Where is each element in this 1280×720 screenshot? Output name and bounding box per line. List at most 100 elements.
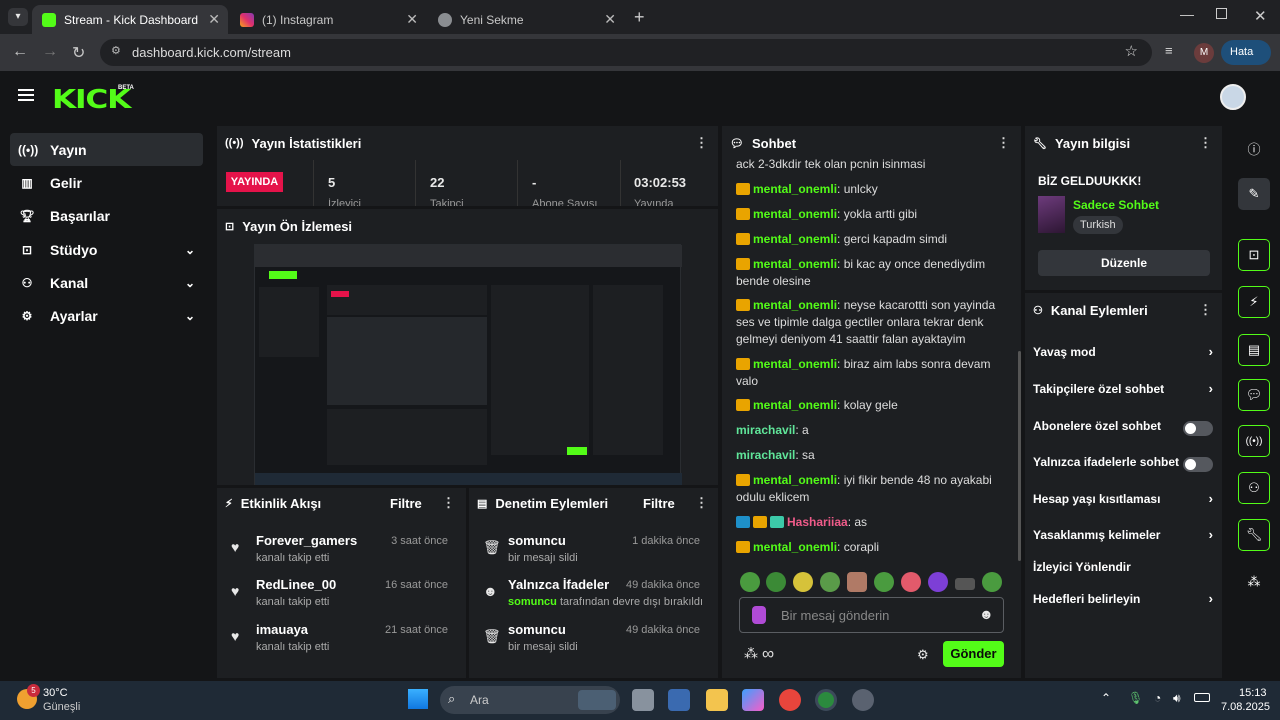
tab-new[interactable]: Yeni Sekme ✕ [428,5,624,34]
emote-icon[interactable] [847,572,867,592]
channel-actions-icon[interactable]: ⚇ [1238,472,1270,504]
info-icon[interactable]: ⓘ [1238,132,1270,164]
sidebar-item-ayarlar[interactable]: ⚙ Ayarlar ⌄ [10,299,203,332]
action-banned-words[interactable]: Yasaklanmış kelimeler › [1033,527,1215,548]
broadcast-icon[interactable]: ((•)) [1238,425,1270,457]
chrome-icon[interactable] [779,689,801,711]
wrench-icon[interactable]: 🔧︎ [1238,519,1270,551]
clock-date[interactable]: 7.08.2025 [1221,701,1270,713]
profile-avatar[interactable]: M [1194,43,1214,63]
sidebar-item-studyo[interactable]: ⊡ Stüdyo ⌄ [10,233,203,266]
address-bar[interactable]: ⚙ dashboard.kick.com/stream ☆ [100,39,1152,66]
forward-icon[interactable]: → [42,43,58,61]
subscribers-only-toggle[interactable] [1183,421,1213,436]
add-widget-icon[interactable]: ⁂ [1238,566,1270,598]
close-window-icon[interactable]: ✕ [1254,7,1267,25]
action-raid[interactable]: İzleyici Yönlendir [1033,560,1215,580]
document-icon[interactable]: ▤ [1238,334,1270,366]
emote-icon[interactable] [982,572,1002,592]
close-tab-icon[interactable]: ✕ [604,11,616,28]
feed-user[interactable]: Forever_gamers [256,533,357,548]
chat-user[interactable]: mental_onemli [753,357,837,371]
emote-icon[interactable] [874,572,894,592]
store-icon[interactable] [668,689,690,711]
feed-user[interactable]: imauaya [256,622,308,637]
points-icon[interactable]: ⁂ [744,645,758,662]
task-view-icon[interactable] [632,689,654,711]
tab-instagram[interactable]: (1) Instagram ✕ [230,5,426,34]
chat-user[interactable]: mental_onemli [753,207,837,221]
edit-button[interactable]: Düzenle [1038,250,1210,276]
emote-icon[interactable] [820,572,840,592]
more-options-icon[interactable]: ⋮ [695,135,708,151]
emote-icon[interactable] [955,578,975,590]
chat-scrollbar[interactable] [1018,351,1021,561]
mod-user[interactable]: somuncu [508,622,566,637]
wifi-icon[interactable]: ◔ [1154,691,1161,705]
emoji-picker-icon[interactable]: ☻ [979,606,994,622]
tab-search-icon[interactable]: ▾ [8,8,28,26]
close-tab-icon[interactable]: ✕ [208,11,220,28]
chat-user[interactable]: mental_onemli [753,232,837,246]
error-button[interactable]: Hata [1221,40,1271,65]
reload-icon[interactable]: ↻ [72,43,85,63]
chat-input[interactable]: Bir mesaj gönderin ☻ [739,597,1004,633]
action-set-goals[interactable]: Hedefleri belirleyin › [1033,591,1215,612]
chat-user[interactable]: mental_onemli [753,540,837,554]
more-options-icon[interactable]: ⋮ [1199,302,1212,318]
more-options-icon[interactable]: ⋮ [442,495,455,511]
hamburger-menu-icon[interactable] [18,89,34,101]
emotes-only-toggle[interactable] [1183,457,1213,472]
action-followers-only[interactable]: Takipçilere özel sohbet › [1033,381,1215,402]
new-tab-icon[interactable]: + [634,7,645,28]
more-options-icon[interactable]: ⋮ [695,495,708,511]
clock-time[interactable]: 15:13 [1239,687,1267,699]
chat-user[interactable]: Hashariiaa [787,515,848,529]
send-button[interactable]: Gönder [943,641,1004,667]
copilot-icon[interactable] [742,689,764,711]
media-controls-icon[interactable]: ≡ [1165,43,1173,58]
lightning-icon[interactable]: ⚡︎ [1238,286,1270,318]
action-account-age[interactable]: Hesap yaşı kısıtlaması › [1033,491,1215,512]
sidebar-item-gelir[interactable]: ▥ Gelir [10,166,203,199]
tab-kick-dashboard[interactable]: Stream - Kick Dashboard ✕ [32,5,228,34]
minimize-icon[interactable]: — [1180,6,1194,22]
filter-button[interactable]: Filtre [390,496,422,511]
chat-user[interactable]: mirachavil [736,423,795,437]
back-icon[interactable]: ← [12,43,28,61]
emote-icon[interactable] [740,572,760,592]
chat-user[interactable]: mental_onemli [753,257,837,271]
chat-user[interactable]: mental_onemli [753,298,837,312]
chat-settings-icon[interactable]: ⚙ [917,647,929,663]
bookmark-star-icon[interactable]: ☆ [1125,42,1138,60]
category-link[interactable]: Sadece Sohbet [1073,198,1159,212]
filter-button[interactable]: Filtre [643,496,675,511]
taskbar-search[interactable]: ⌕ Ara [440,686,620,714]
file-explorer-icon[interactable] [706,689,728,711]
emote-icon[interactable] [793,572,813,592]
sidebar-item-kanal[interactable]: ⚇ Kanal ⌄ [10,266,203,299]
chat-user[interactable]: mental_onemli [753,473,837,487]
sidebar-item-basarilar[interactable]: 🏆︎ Başarılar [10,199,203,232]
more-options-icon[interactable]: ⋮ [1199,135,1212,151]
chat-user[interactable]: mental_onemli [753,398,837,412]
preview-toggle-icon[interactable]: ⊡ [1238,239,1270,271]
chrome-profile-icon[interactable] [815,689,837,711]
emote-icon[interactable] [928,572,948,592]
mod-user[interactable]: somuncu [508,533,566,548]
chat-user[interactable]: mirachavil [736,448,795,462]
emote-icon[interactable] [901,572,921,592]
mod-user[interactable]: somuncu [508,596,557,608]
windows-start-icon[interactable] [408,689,428,709]
site-info-icon[interactable]: ⚙ [111,44,121,57]
action-slow-mode[interactable]: Yavaş mod › [1033,344,1215,365]
close-tab-icon[interactable]: ✕ [406,11,418,28]
pencil-icon[interactable]: ✎ [1238,178,1270,210]
microphone-icon[interactable] [752,606,766,624]
chevron-up-icon[interactable]: ⌃ [1101,691,1111,705]
battery-icon[interactable] [1194,693,1210,702]
user-avatar[interactable] [1220,84,1246,110]
feed-user[interactable]: RedLinee_00 [256,577,336,592]
volume-icon[interactable]: 🔊︎ [1173,691,1181,706]
maximize-icon[interactable] [1216,8,1227,19]
